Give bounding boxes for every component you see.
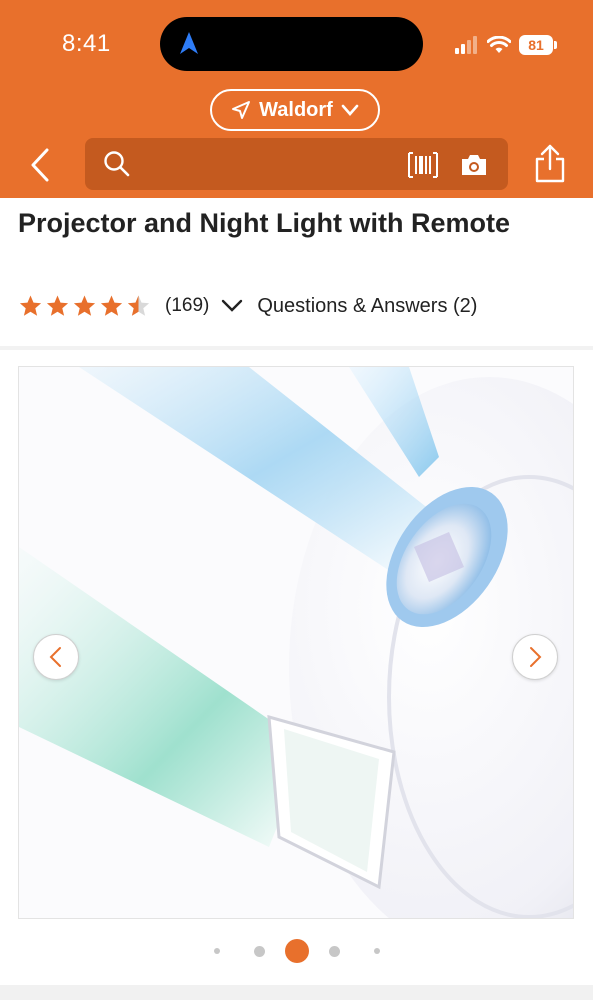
- barcode-icon[interactable]: [407, 151, 439, 179]
- battery-icon: 81: [519, 35, 557, 55]
- review-count[interactable]: (169): [165, 295, 209, 317]
- search-input[interactable]: [85, 138, 508, 190]
- store-name: Waldorf: [259, 98, 333, 121]
- battery-level: 81: [528, 37, 544, 53]
- product-title: Projector and Night Light with Remote: [18, 208, 510, 238]
- product-image[interactable]: [18, 366, 574, 919]
- store-selector-button[interactable]: Waldorf: [210, 89, 380, 131]
- gallery-pagination: [0, 937, 593, 965]
- half-star-icon: [127, 295, 150, 316]
- chevron-down-icon[interactable]: [221, 299, 243, 313]
- page-dot[interactable]: [373, 948, 380, 954]
- star-rating[interactable]: [18, 294, 151, 318]
- page-dot[interactable]: [213, 948, 220, 954]
- navigation-arrow-icon: [232, 101, 251, 119]
- page-dot[interactable]: [253, 945, 265, 957]
- wifi-icon: [487, 36, 511, 53]
- page-dot[interactable]: [328, 945, 340, 957]
- back-button[interactable]: [24, 145, 56, 185]
- location-arrow-icon: [180, 32, 198, 54]
- section-divider: [0, 346, 593, 350]
- chevron-right-icon: [530, 647, 542, 667]
- star-icon: [19, 295, 42, 316]
- product-photo: [19, 367, 573, 918]
- page-dot-active[interactable]: [284, 939, 309, 963]
- gallery-next-button[interactable]: [512, 634, 558, 680]
- status-icons: 81: [455, 33, 557, 57]
- section-divider-bottom: [0, 985, 593, 1000]
- signal-icon: [455, 36, 477, 54]
- chevron-left-icon: [49, 647, 61, 667]
- rating-row: (169) Questions & Answers (2): [18, 290, 477, 322]
- star-icon: [100, 295, 123, 316]
- back-arrow-icon: [31, 148, 49, 182]
- search-icon: [104, 151, 130, 177]
- star-icon: [73, 295, 96, 316]
- dynamic-island: [160, 17, 423, 71]
- questions-answers-link[interactable]: Questions & Answers (2): [257, 295, 477, 318]
- share-icon[interactable]: [530, 143, 570, 185]
- status-time: 8:41: [62, 30, 111, 57]
- chevron-down-icon: [341, 104, 359, 116]
- gallery-prev-button[interactable]: [33, 634, 79, 680]
- camera-icon[interactable]: [459, 152, 489, 178]
- app-header: 8:41 81 Waldorf: [0, 0, 593, 198]
- star-icon: [46, 295, 69, 316]
